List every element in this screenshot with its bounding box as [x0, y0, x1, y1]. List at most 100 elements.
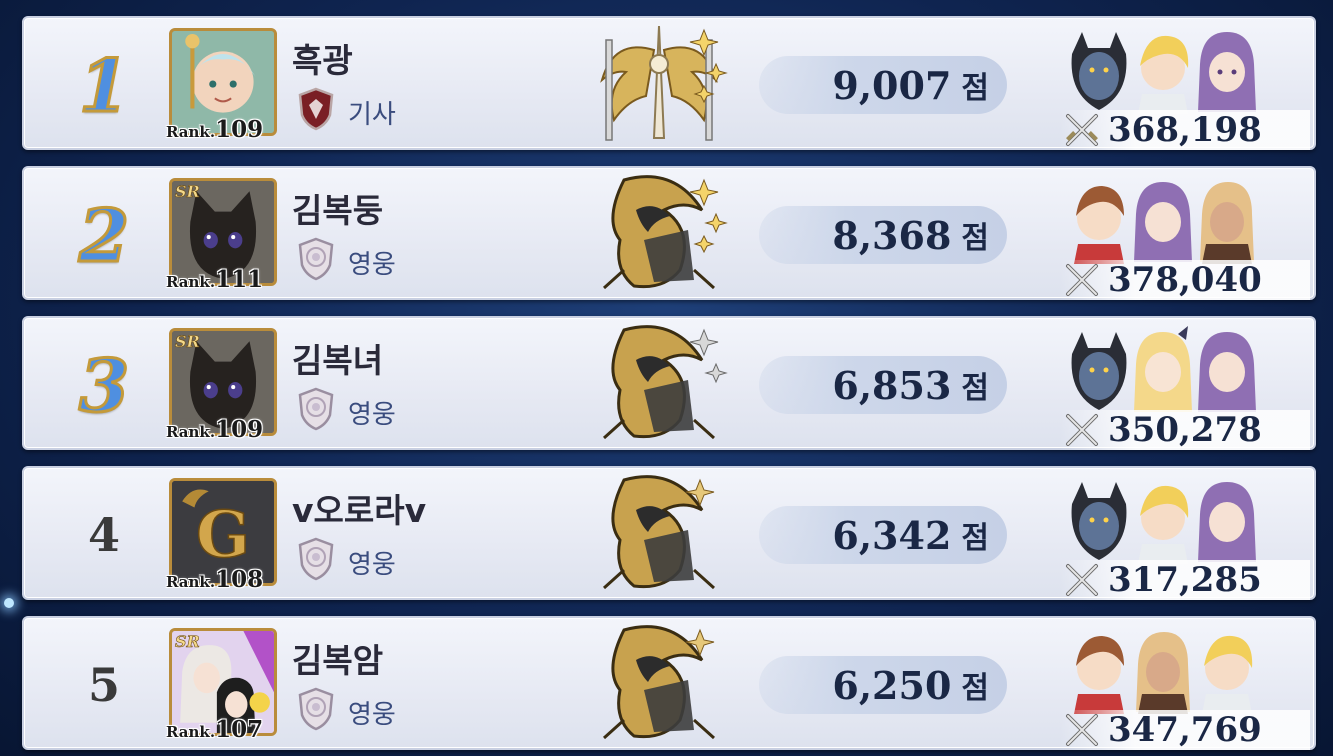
player-name[interactable]: v오로라v [292, 484, 426, 532]
team-portraits[interactable] [1064, 24, 1264, 114]
player-name[interactable]: 김복둥 [292, 184, 383, 232]
brown-hair-hero-portrait-icon [1074, 636, 1124, 714]
player-rank-level: Rank.109 [166, 416, 263, 443]
score-pill: 8,368 점 [759, 206, 1007, 264]
crossed-swords-icon [1066, 414, 1098, 446]
purple-hair-heroine-portrait-icon [1198, 332, 1256, 412]
elf-warrior-portrait-icon [1200, 182, 1254, 264]
rank-level-value: 107 [215, 716, 264, 743]
score-value: 6,250 [832, 662, 952, 708]
hero-shield-icon [298, 687, 334, 731]
crossed-swords-icon [1066, 564, 1098, 596]
score-value: 6,853 [832, 362, 952, 408]
combat-power-value: 347,769 [1108, 710, 1262, 750]
sr-badge-icon: SR [175, 182, 200, 202]
combat-power: 368,198 [1060, 110, 1310, 150]
score-pill: 6,342 점 [759, 506, 1007, 564]
svg-text:G: G [196, 497, 250, 571]
hero-shield-icon [298, 387, 334, 431]
score-pill: 6,250 점 [759, 656, 1007, 714]
combat-power: 317,285 [1060, 560, 1310, 600]
player-name[interactable]: 김복녀 [292, 334, 383, 382]
rank-level-label: Rank. [166, 423, 216, 441]
score-unit: 점 [961, 371, 989, 406]
player-rank-level: Rank.109 [166, 116, 263, 143]
rank-number: 3 [77, 341, 130, 429]
beast-warrior-portrait-icon [1071, 32, 1127, 110]
combat-power-value: 317,285 [1108, 560, 1262, 600]
team-portraits[interactable] [1064, 624, 1264, 714]
score-pill: 9,007 점 [759, 56, 1007, 114]
player-rank-level: Rank.111 [166, 266, 263, 293]
rank-number: 2 [77, 191, 130, 279]
dragon-emblem [602, 325, 728, 440]
leaderboard-row[interactable]: 5 SR Rank.107 김복암 영웅 6,250 점 347,769 [22, 616, 1316, 750]
rank-level-value: 109 [215, 416, 264, 443]
blonde-heroine-portrait-icon [1134, 326, 1192, 412]
dragon-emblem [602, 625, 716, 740]
sr-badge-icon: SR [175, 632, 200, 652]
golden-wings-sword-emblem [600, 25, 728, 141]
score-value: 9,007 [832, 62, 952, 108]
score-unit: 점 [961, 71, 989, 106]
beast-warrior-portrait-icon [1071, 332, 1127, 410]
rank-level-label: Rank. [166, 273, 216, 291]
rank-level-value: 111 [215, 266, 264, 293]
dragon-emblem [602, 175, 728, 290]
brown-hair-hero-portrait-icon [1074, 186, 1124, 264]
score-unit: 점 [961, 521, 989, 556]
player-name[interactable]: 김복암 [292, 634, 383, 682]
blonde-hero-portrait-icon [1138, 35, 1189, 114]
dragon-emblem [602, 475, 716, 590]
purple-hair-heroine-portrait-icon [1134, 182, 1192, 262]
player-name[interactable]: 흑광 [292, 34, 353, 82]
tier-label: 영웅 [348, 700, 396, 730]
combat-power-value: 368,198 [1108, 110, 1262, 150]
combat-power: 378,040 [1060, 260, 1310, 300]
rank-level-value: 109 [215, 116, 264, 143]
team-portraits[interactable] [1064, 324, 1264, 414]
tier-label: 영웅 [348, 400, 396, 430]
crossed-swords-icon [1066, 714, 1098, 746]
tier-label: 기사 [348, 100, 396, 130]
rank-level-label: Rank. [166, 723, 216, 741]
purple-hair-heroine-portrait-icon [1198, 32, 1256, 112]
knight-shield-icon [298, 87, 334, 131]
tier-label: 영웅 [348, 550, 396, 580]
crossed-swords-icon [1066, 264, 1098, 296]
score-value: 8,368 [832, 212, 952, 258]
rank-number: 4 [87, 508, 120, 562]
rank-level-label: Rank. [166, 123, 216, 141]
rank-number: 5 [87, 658, 120, 712]
leaderboard-row[interactable]: 3 SR Rank.109 김복녀 영웅 6,853 점 350,278 [22, 316, 1316, 450]
sparkle-decoration [4, 598, 14, 608]
score-pill: 6,853 점 [759, 356, 1007, 414]
score-unit: 점 [961, 671, 989, 706]
combat-power: 350,278 [1060, 410, 1310, 450]
elf-warrior-portrait-icon [1136, 632, 1190, 714]
score-unit: 점 [961, 221, 989, 256]
blonde-hero-portrait-icon [1202, 635, 1253, 714]
rank-number: 1 [77, 41, 130, 129]
purple-hair-heroine-portrait-icon [1198, 482, 1256, 562]
combat-power-value: 378,040 [1108, 260, 1262, 300]
combat-power-value: 350,278 [1108, 410, 1262, 450]
rank-level-value: 108 [215, 566, 264, 593]
tier-label: 영웅 [348, 250, 396, 280]
combat-power: 347,769 [1060, 710, 1310, 750]
leaderboard-row[interactable]: 1 Rank.109 흑광 기사 9,007 점 368,198 [22, 16, 1316, 150]
team-portraits[interactable] [1064, 174, 1264, 264]
player-rank-level: Rank.108 [166, 566, 263, 593]
score-value: 6,342 [832, 512, 952, 558]
leaderboard-row[interactable]: 2 SR Rank.111 김복둥 영웅 8,368 점 378,040 [22, 166, 1316, 300]
crossed-swords-icon [1066, 114, 1098, 146]
leaderboard-row[interactable]: 4 G Rank.108 v오로라v 영웅 6,342 점 317,285 [22, 466, 1316, 600]
beast-warrior-portrait-icon [1071, 482, 1127, 560]
hero-shield-icon [298, 237, 334, 281]
team-portraits[interactable] [1064, 474, 1264, 564]
hero-shield-icon [298, 537, 334, 581]
player-rank-level: Rank.107 [166, 716, 263, 743]
blonde-hero-portrait-icon [1138, 485, 1189, 564]
rank-level-label: Rank. [166, 573, 216, 591]
sr-badge-icon: SR [175, 332, 200, 352]
